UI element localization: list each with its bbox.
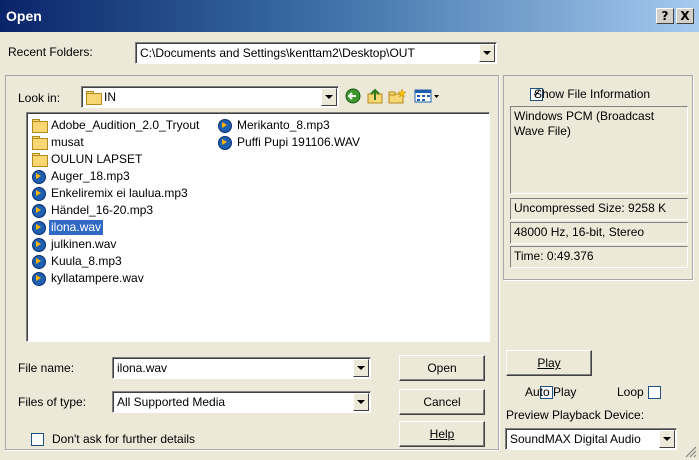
chevron-down-icon[interactable] xyxy=(353,359,369,377)
recent-folders-label: Recent Folders: xyxy=(8,45,93,59)
window-title: Open xyxy=(6,8,42,24)
help-button[interactable]: Help xyxy=(399,421,485,447)
playback-device-dropdown[interactable]: SoundMAX Digital Audio xyxy=(505,428,677,450)
folder-icon xyxy=(85,90,102,105)
file-name-combobox[interactable]: ilona.wav xyxy=(112,357,371,379)
file-list-item[interactable]: Händel_16-20.mp3 xyxy=(31,202,155,218)
playback-device-label: Preview Playback Device: xyxy=(506,408,645,422)
audio-file-icon xyxy=(31,169,47,184)
audio-file-icon xyxy=(217,135,233,150)
file-name-text: julkinen.wav xyxy=(51,236,117,251)
back-icon[interactable] xyxy=(344,88,362,104)
file-name-text: Kuula_8.mp3 xyxy=(51,253,122,268)
file-list-item[interactable]: kyllatampere.wav xyxy=(31,270,146,286)
look-in-label: Look in: xyxy=(18,91,61,105)
file-list-item[interactable]: Kuula_8.mp3 xyxy=(31,253,124,269)
file-list-item[interactable]: Merikanto_8.mp3 xyxy=(217,117,332,133)
file-format-info: Windows PCM (Broadcast Wave File) xyxy=(510,106,688,194)
show-file-info-label: Show File Information xyxy=(534,87,651,101)
audio-file-icon xyxy=(31,254,47,269)
file-list-item[interactable]: Enkeliremix ei laulua.mp3 xyxy=(31,185,190,201)
loop-checkbox[interactable] xyxy=(648,386,662,399)
look-in-value: IN xyxy=(104,90,116,104)
audio-file-icon xyxy=(31,220,47,235)
file-name-text: Puffi Pupi 191106.WAV xyxy=(237,134,360,149)
file-name-value: ilona.wav xyxy=(117,361,168,375)
recent-folders-value: C:\Documents and Settings\kenttam2\Deskt… xyxy=(140,46,415,60)
title-bar[interactable] xyxy=(0,0,699,32)
dont-ask-checkbox[interactable] xyxy=(31,433,44,446)
open-button[interactable]: Open xyxy=(399,355,485,381)
look-in-dropdown[interactable]: IN xyxy=(81,86,339,108)
file-type-value: All Supported Media xyxy=(117,395,226,409)
chevron-down-icon[interactable] xyxy=(321,88,337,106)
folder-icon xyxy=(31,135,48,150)
file-name-text: OULUN LAPSET xyxy=(51,151,143,166)
audio-file-icon xyxy=(31,203,47,218)
file-list-item[interactable]: Auger_18.mp3 xyxy=(31,168,132,184)
file-list-item[interactable]: OULUN LAPSET xyxy=(31,151,144,167)
new-folder-icon[interactable] xyxy=(388,88,406,104)
resize-grip-icon[interactable] xyxy=(684,445,697,458)
close-title-button[interactable]: X xyxy=(676,8,694,24)
dont-ask-label: Don't ask for further details xyxy=(52,432,196,446)
file-type-label: Files of type: xyxy=(18,395,87,409)
file-list-item[interactable]: Puffi Pupi 191106.WAV xyxy=(217,134,362,150)
file-name-label: File name: xyxy=(18,361,75,375)
file-name-text: Auger_18.mp3 xyxy=(51,168,130,183)
audio-file-icon xyxy=(217,118,233,133)
audio-file-icon xyxy=(31,271,47,286)
file-time-info: Time: 0:49.376 xyxy=(510,246,688,268)
file-name-text: musat xyxy=(51,134,84,149)
file-name-text: kyllatampere.wav xyxy=(51,270,144,285)
folder-icon xyxy=(31,152,48,167)
recent-folders-dropdown[interactable]: C:\Documents and Settings\kenttam2\Deskt… xyxy=(135,42,497,64)
play-button[interactable]: Play xyxy=(506,350,592,376)
file-size-info: Uncompressed Size: 9258 K xyxy=(510,198,688,220)
file-type-dropdown[interactable]: All Supported Media xyxy=(112,391,371,413)
file-specs-info: 48000 Hz, 16-bit, Stereo xyxy=(510,222,688,244)
file-list[interactable]: Adobe_Audition_2.0_Tryoutmusat OULUN LAPS… xyxy=(26,112,490,342)
file-name-text: Enkeliremix ei laulua.mp3 xyxy=(51,185,188,200)
help-title-button[interactable]: ? xyxy=(656,8,674,24)
up-folder-icon[interactable] xyxy=(366,88,384,104)
file-list-item[interactable]: Adobe_Audition_2.0_Tryout xyxy=(31,117,201,133)
file-name-text: Händel_16-20.mp3 xyxy=(51,202,154,217)
chevron-down-icon[interactable] xyxy=(479,44,495,62)
audio-file-icon xyxy=(31,186,47,201)
file-name-text: Adobe_Audition_2.0_Tryout xyxy=(51,117,200,132)
file-list-item[interactable]: ilona.wav xyxy=(31,219,104,235)
playback-device-value: SoundMAX Digital Audio xyxy=(510,432,641,446)
file-name-text: ilona.wav xyxy=(49,219,104,235)
folder-icon xyxy=(31,118,48,133)
file-name-text: Merikanto_8.mp3 xyxy=(237,117,330,132)
chevron-down-icon[interactable] xyxy=(353,393,369,411)
audio-file-icon xyxy=(31,237,47,252)
cancel-button[interactable]: Cancel xyxy=(399,389,485,415)
view-menu-icon[interactable] xyxy=(414,88,440,104)
file-list-item[interactable]: musat xyxy=(31,134,86,150)
chevron-down-icon[interactable] xyxy=(659,430,675,448)
loop-label: Loop xyxy=(617,385,644,399)
auto-play-label: Auto Play xyxy=(525,385,577,399)
file-list-item[interactable]: julkinen.wav xyxy=(31,236,118,252)
